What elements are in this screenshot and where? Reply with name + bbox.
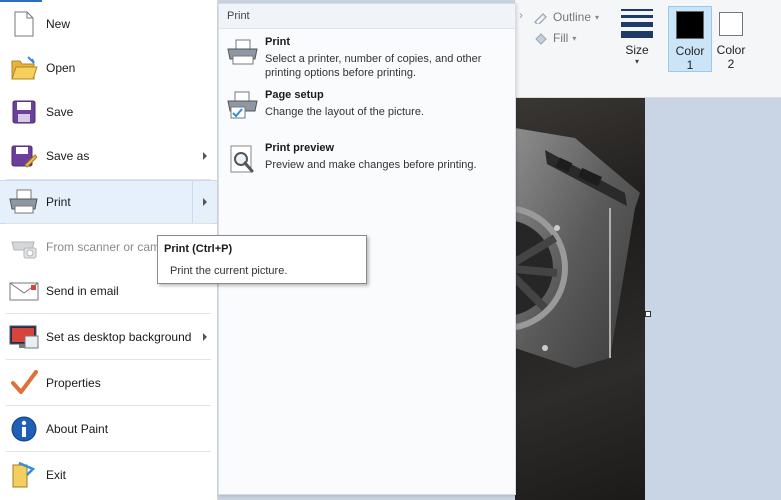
menu-label-new: New bbox=[46, 17, 71, 31]
submenu-arrow-icon[interactable] bbox=[203, 198, 207, 206]
menu-label-desktop-background: Set as desktop background bbox=[46, 330, 192, 344]
open-folder-icon bbox=[9, 53, 39, 83]
menu-item-open[interactable]: Open bbox=[0, 45, 217, 91]
color1-label: Color bbox=[675, 44, 705, 58]
tooltip-title: Print (Ctrl+P) bbox=[164, 243, 233, 255]
menu-label-about: About Paint bbox=[46, 422, 109, 436]
color1-button[interactable]: Color 1 bbox=[668, 6, 712, 72]
outline-label: Outline bbox=[553, 10, 592, 24]
ribbon-scroll-hint: › bbox=[519, 8, 523, 22]
outline-button[interactable]: Outline ▾ bbox=[533, 10, 599, 24]
canvas-image[interactable] bbox=[515, 98, 645, 500]
submenu-title-print: Print bbox=[265, 36, 291, 48]
menu-item-save[interactable]: Save bbox=[0, 89, 217, 135]
submenu-arrow-icon bbox=[203, 333, 207, 341]
page-setup-icon bbox=[227, 91, 259, 123]
color1-swatch bbox=[676, 11, 704, 39]
size-button[interactable]: Size ▾ bbox=[615, 6, 659, 66]
menu-item-about[interactable]: About Paint bbox=[0, 406, 217, 452]
submenu-header: Print bbox=[219, 4, 515, 29]
print-preview-icon bbox=[227, 144, 259, 176]
ribbon: › Outline ▾ Fill ▾ Size ▾ Color 1 Color … bbox=[515, 0, 781, 98]
tooltip-description: Print the current picture. bbox=[170, 265, 288, 277]
outline-dropdown-icon: ▾ bbox=[595, 12, 600, 22]
submenu-item-print[interactable]: Print Select a printer, number of copies… bbox=[219, 32, 515, 84]
email-icon bbox=[9, 276, 39, 306]
print-tooltip: Print (Ctrl+P) Print the current picture… bbox=[157, 235, 367, 284]
floppy-icon bbox=[9, 97, 39, 127]
menu-label-print: Print bbox=[46, 195, 71, 209]
desktop-background-icon bbox=[9, 322, 39, 352]
color2-button[interactable]: Color 2 bbox=[713, 6, 749, 71]
menu-label-open: Open bbox=[46, 61, 76, 75]
size-dropdown-icon: ▾ bbox=[634, 57, 639, 66]
menu-item-properties[interactable]: Properties bbox=[0, 360, 217, 406]
submenu-title-print-preview: Print preview bbox=[265, 142, 335, 154]
save-as-icon bbox=[9, 141, 39, 171]
fill-button[interactable]: Fill ▾ bbox=[533, 31, 576, 45]
info-icon bbox=[9, 414, 39, 444]
color2-label: Color bbox=[716, 43, 746, 57]
menu-item-exit[interactable]: Exit bbox=[0, 452, 217, 498]
submenu-desc-print-preview: Preview and make changes before printing… bbox=[265, 159, 477, 171]
menu-item-save-as[interactable]: Save as bbox=[0, 133, 217, 179]
checkmark-icon bbox=[9, 368, 39, 398]
menu-label-exit: Exit bbox=[46, 468, 67, 482]
menu-label-send-email: Send in email bbox=[46, 284, 119, 298]
submenu-item-page-setup[interactable]: Page setup Change the layout of the pict… bbox=[219, 85, 515, 137]
menu-label-properties: Properties bbox=[46, 376, 101, 390]
submenu-item-print-preview[interactable]: Print preview Preview and make changes b… bbox=[219, 138, 515, 190]
size-lines-icon bbox=[621, 9, 653, 38]
menu-item-print[interactable]: Print bbox=[0, 180, 217, 224]
fill-bucket-icon bbox=[535, 33, 547, 45]
printer-icon bbox=[227, 38, 259, 70]
menu-label-save: Save bbox=[46, 105, 74, 119]
split-divider bbox=[192, 181, 193, 223]
outline-icon bbox=[534, 13, 547, 24]
scanner-icon bbox=[9, 232, 39, 262]
submenu-arrow-icon bbox=[203, 152, 207, 160]
size-label: Size bbox=[625, 43, 649, 57]
menu-item-new[interactable]: New bbox=[0, 1, 217, 47]
menu-label-save-as: Save as bbox=[46, 149, 90, 163]
graphics-card-image bbox=[515, 128, 640, 368]
canvas-resize-handle[interactable] bbox=[645, 311, 651, 317]
submenu-title-page-setup: Page setup bbox=[265, 89, 324, 101]
fill-dropdown-icon: ▾ bbox=[572, 33, 577, 43]
exit-icon bbox=[9, 460, 39, 490]
color2-number: 2 bbox=[727, 57, 735, 71]
submenu-desc-print: Select a printer, number of copies, and … bbox=[265, 53, 482, 79]
printer-icon bbox=[9, 187, 39, 217]
submenu-desc-page-setup: Change the layout of the picture. bbox=[265, 106, 424, 118]
color1-number: 1 bbox=[686, 58, 694, 72]
color2-swatch bbox=[719, 12, 743, 36]
new-file-icon bbox=[9, 9, 39, 39]
menu-item-desktop-background[interactable]: Set as desktop background bbox=[0, 314, 217, 360]
fill-label: Fill bbox=[553, 31, 569, 45]
